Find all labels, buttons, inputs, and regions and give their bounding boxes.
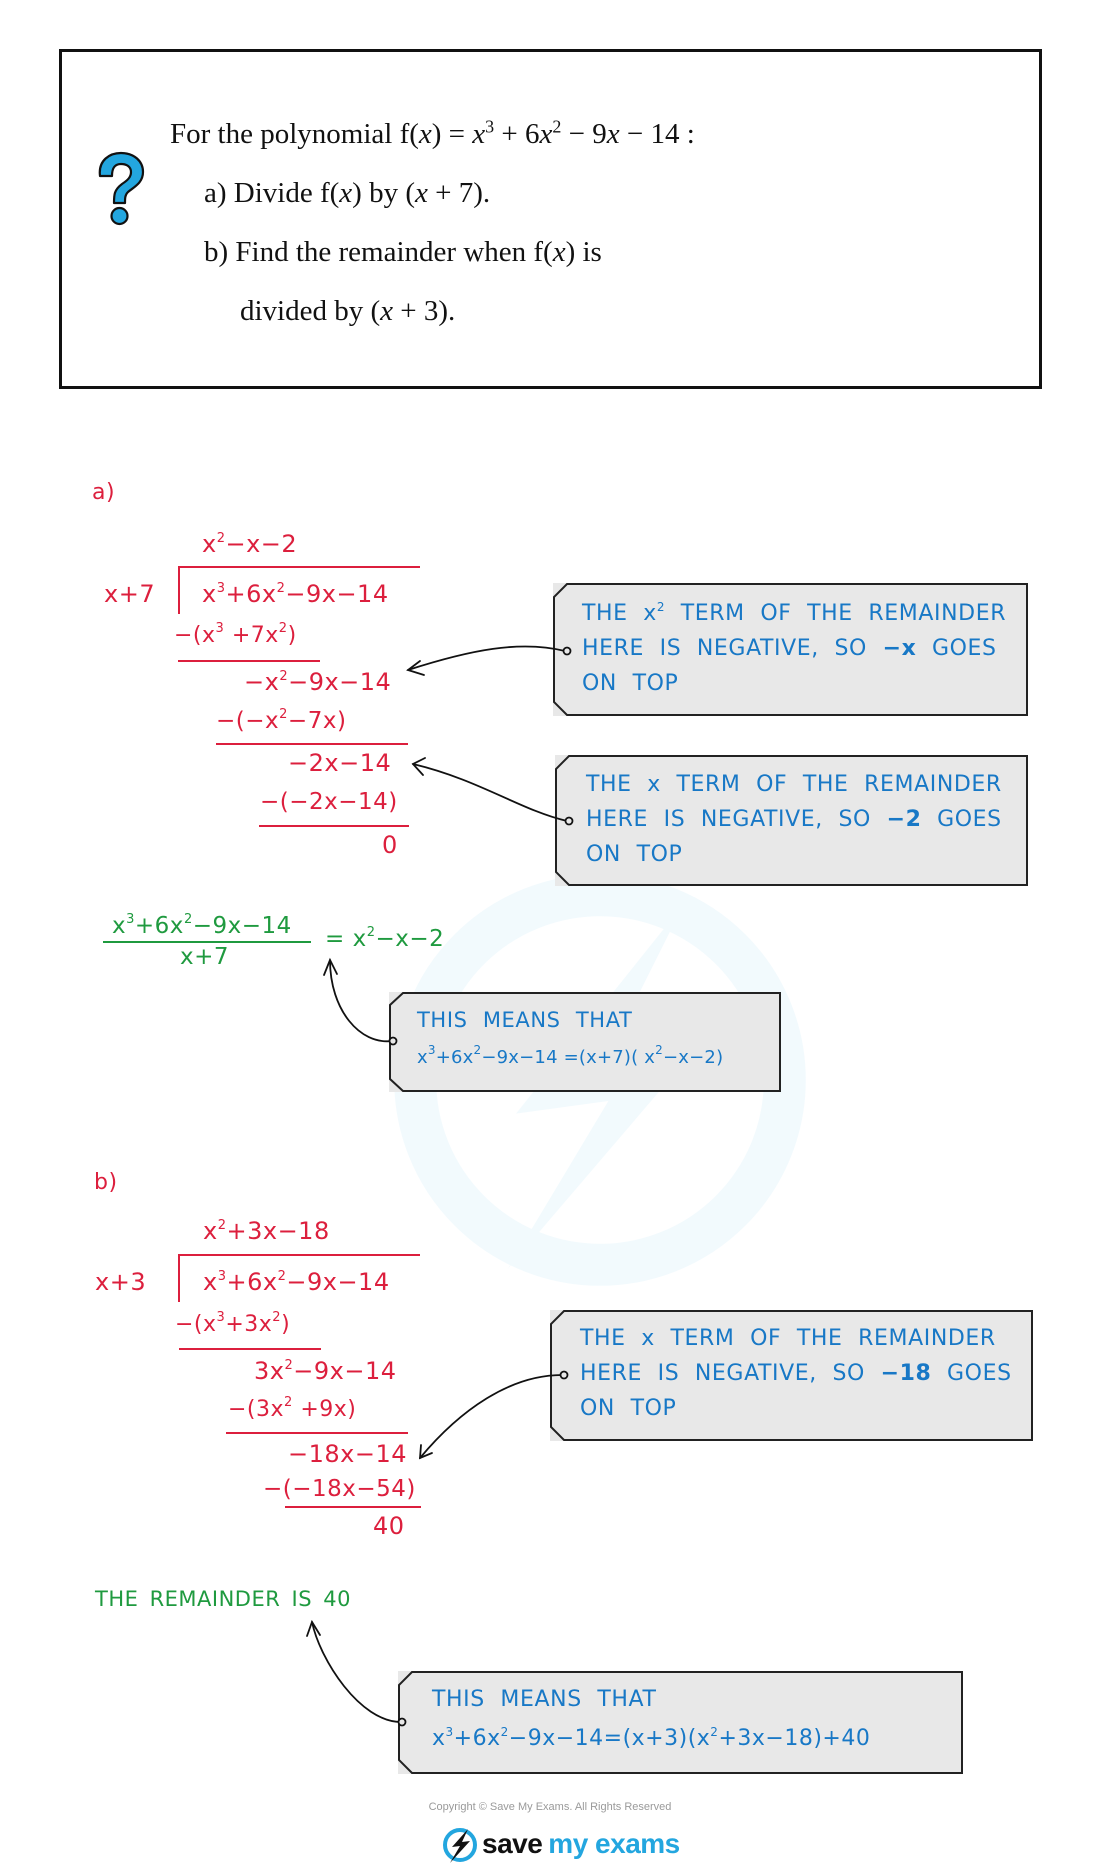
part-b-quotient: x2+3x−18 — [203, 1217, 330, 1245]
part-b-step-4: −18x−14 — [288, 1440, 407, 1468]
arrow-callout-a1 — [407, 645, 566, 671]
part-a-step-2: −x2−9x−14 — [244, 668, 392, 696]
part-a-quotient: x2−x−2 — [202, 530, 298, 558]
copyright-notice: Copyright © Save My Exams. All Rights Re… — [428, 1801, 672, 1813]
part-b-line-1 — [179, 1348, 321, 1350]
part-b-step-5: −(−18x−54) — [263, 1476, 416, 1502]
part-a-line-3 — [259, 825, 409, 827]
part-a-step-4: −2x−14 — [288, 749, 392, 777]
part-a-dividend: x3+6x2−9x−14 — [202, 580, 389, 608]
arrow-callout-b1 — [419, 1374, 563, 1459]
callout-text: THIS MEANS THAT x3+6x2−9x−14 =(x+7)( x2−… — [417, 1008, 724, 1068]
part-b-label: b) — [94, 1170, 118, 1195]
remainder-conclusion: THE REMAINDER IS 40 — [95, 1587, 351, 1611]
arrowhead-icon — [306, 1619, 321, 1637]
part-b-division-bar — [178, 1254, 420, 1256]
question-box — [59, 49, 1042, 389]
save-my-exams-logo-icon — [443, 1828, 477, 1863]
part-a-line-2 — [216, 743, 408, 745]
part-a-step-1: −(x3 +7x2) — [174, 621, 297, 648]
callout-means-that-a: THIS MEANS THAT x3+6x2−9x−14 =(x+7)( x2−… — [389, 992, 781, 1092]
callout-x-term-note-b: THE x TERM OF THE REMAINDER HERE IS NEGA… — [550, 1310, 1033, 1441]
question-part-b-line1: b) Find the remainder when f(x) is — [204, 236, 602, 268]
callout-x2-term-note: THE x2 TERM OF THE REMAINDER HERE IS NEG… — [553, 583, 1028, 716]
result-quotient: = x2−x−2 — [325, 925, 445, 952]
part-b-line-2 — [226, 1432, 408, 1434]
callout-text: THE x TERM OF THE REMAINDER HERE IS NEGA… — [580, 1326, 1012, 1421]
part-a-division-bar — [178, 566, 420, 568]
part-a-step-3: −(−x2−7x) — [216, 707, 347, 734]
fraction-bar — [103, 941, 311, 943]
callout-text: THE x TERM OF THE REMAINDER HERE IS NEGA… — [586, 772, 1002, 867]
arrowhead-icon — [406, 660, 425, 676]
part-a-step-5: −(−2x−14) — [260, 789, 398, 815]
part-a-label: a) — [92, 480, 116, 505]
arrow-callout-means-b — [311, 1621, 402, 1723]
part-b-dividend: x3+6x2−9x−14 — [203, 1268, 390, 1296]
part-a-division-bracket — [178, 566, 180, 614]
part-b-divisor: x+3 — [95, 1268, 147, 1296]
result-numerator: x3+6x2−9x−14 — [112, 912, 292, 939]
part-b-step-1: −(x3+3x2) — [175, 1310, 291, 1337]
part-a-line-1 — [178, 660, 320, 662]
callout-text: THIS MEANS THAT x3+6x2−9x−14=(x+3)(x2+3x… — [432, 1687, 871, 1751]
arrowhead-icon — [411, 757, 426, 776]
callout-means-that-b: THIS MEANS THAT x3+6x2−9x−14=(x+3)(x2+3x… — [398, 1671, 963, 1774]
part-a-final-remainder: 0 — [382, 831, 398, 859]
part-b-line-3 — [285, 1506, 421, 1508]
arrow-callout-a2 — [412, 763, 568, 822]
question-intro: For the polynomial f(x) = x3 + 6x2 − 9x … — [170, 116, 695, 150]
callout-text: THE x2 TERM OF THE REMAINDER HERE IS NEG… — [582, 600, 1007, 696]
question-part-a: a) Divide f(x) by (x + 7). — [204, 177, 491, 209]
brand-wordmark: save my exams — [482, 1828, 680, 1859]
question-part-b-line2: divided by (x + 3). — [240, 295, 456, 327]
arrowhead-icon — [418, 1444, 433, 1460]
part-b-step-3: −(3x2 +9x) — [228, 1395, 357, 1422]
part-b-division-bracket — [178, 1254, 180, 1302]
part-b-final-remainder: 40 — [373, 1512, 405, 1540]
part-a-divisor: x+7 — [104, 580, 156, 608]
question-mark-icon — [98, 151, 145, 226]
part-b-step-2: 3x2−9x−14 — [254, 1357, 397, 1385]
arrowhead-icon — [323, 957, 338, 976]
result-denominator: x+7 — [180, 944, 230, 970]
callout-x-term-note: THE x TERM OF THE REMAINDER HERE IS NEGA… — [555, 755, 1028, 886]
